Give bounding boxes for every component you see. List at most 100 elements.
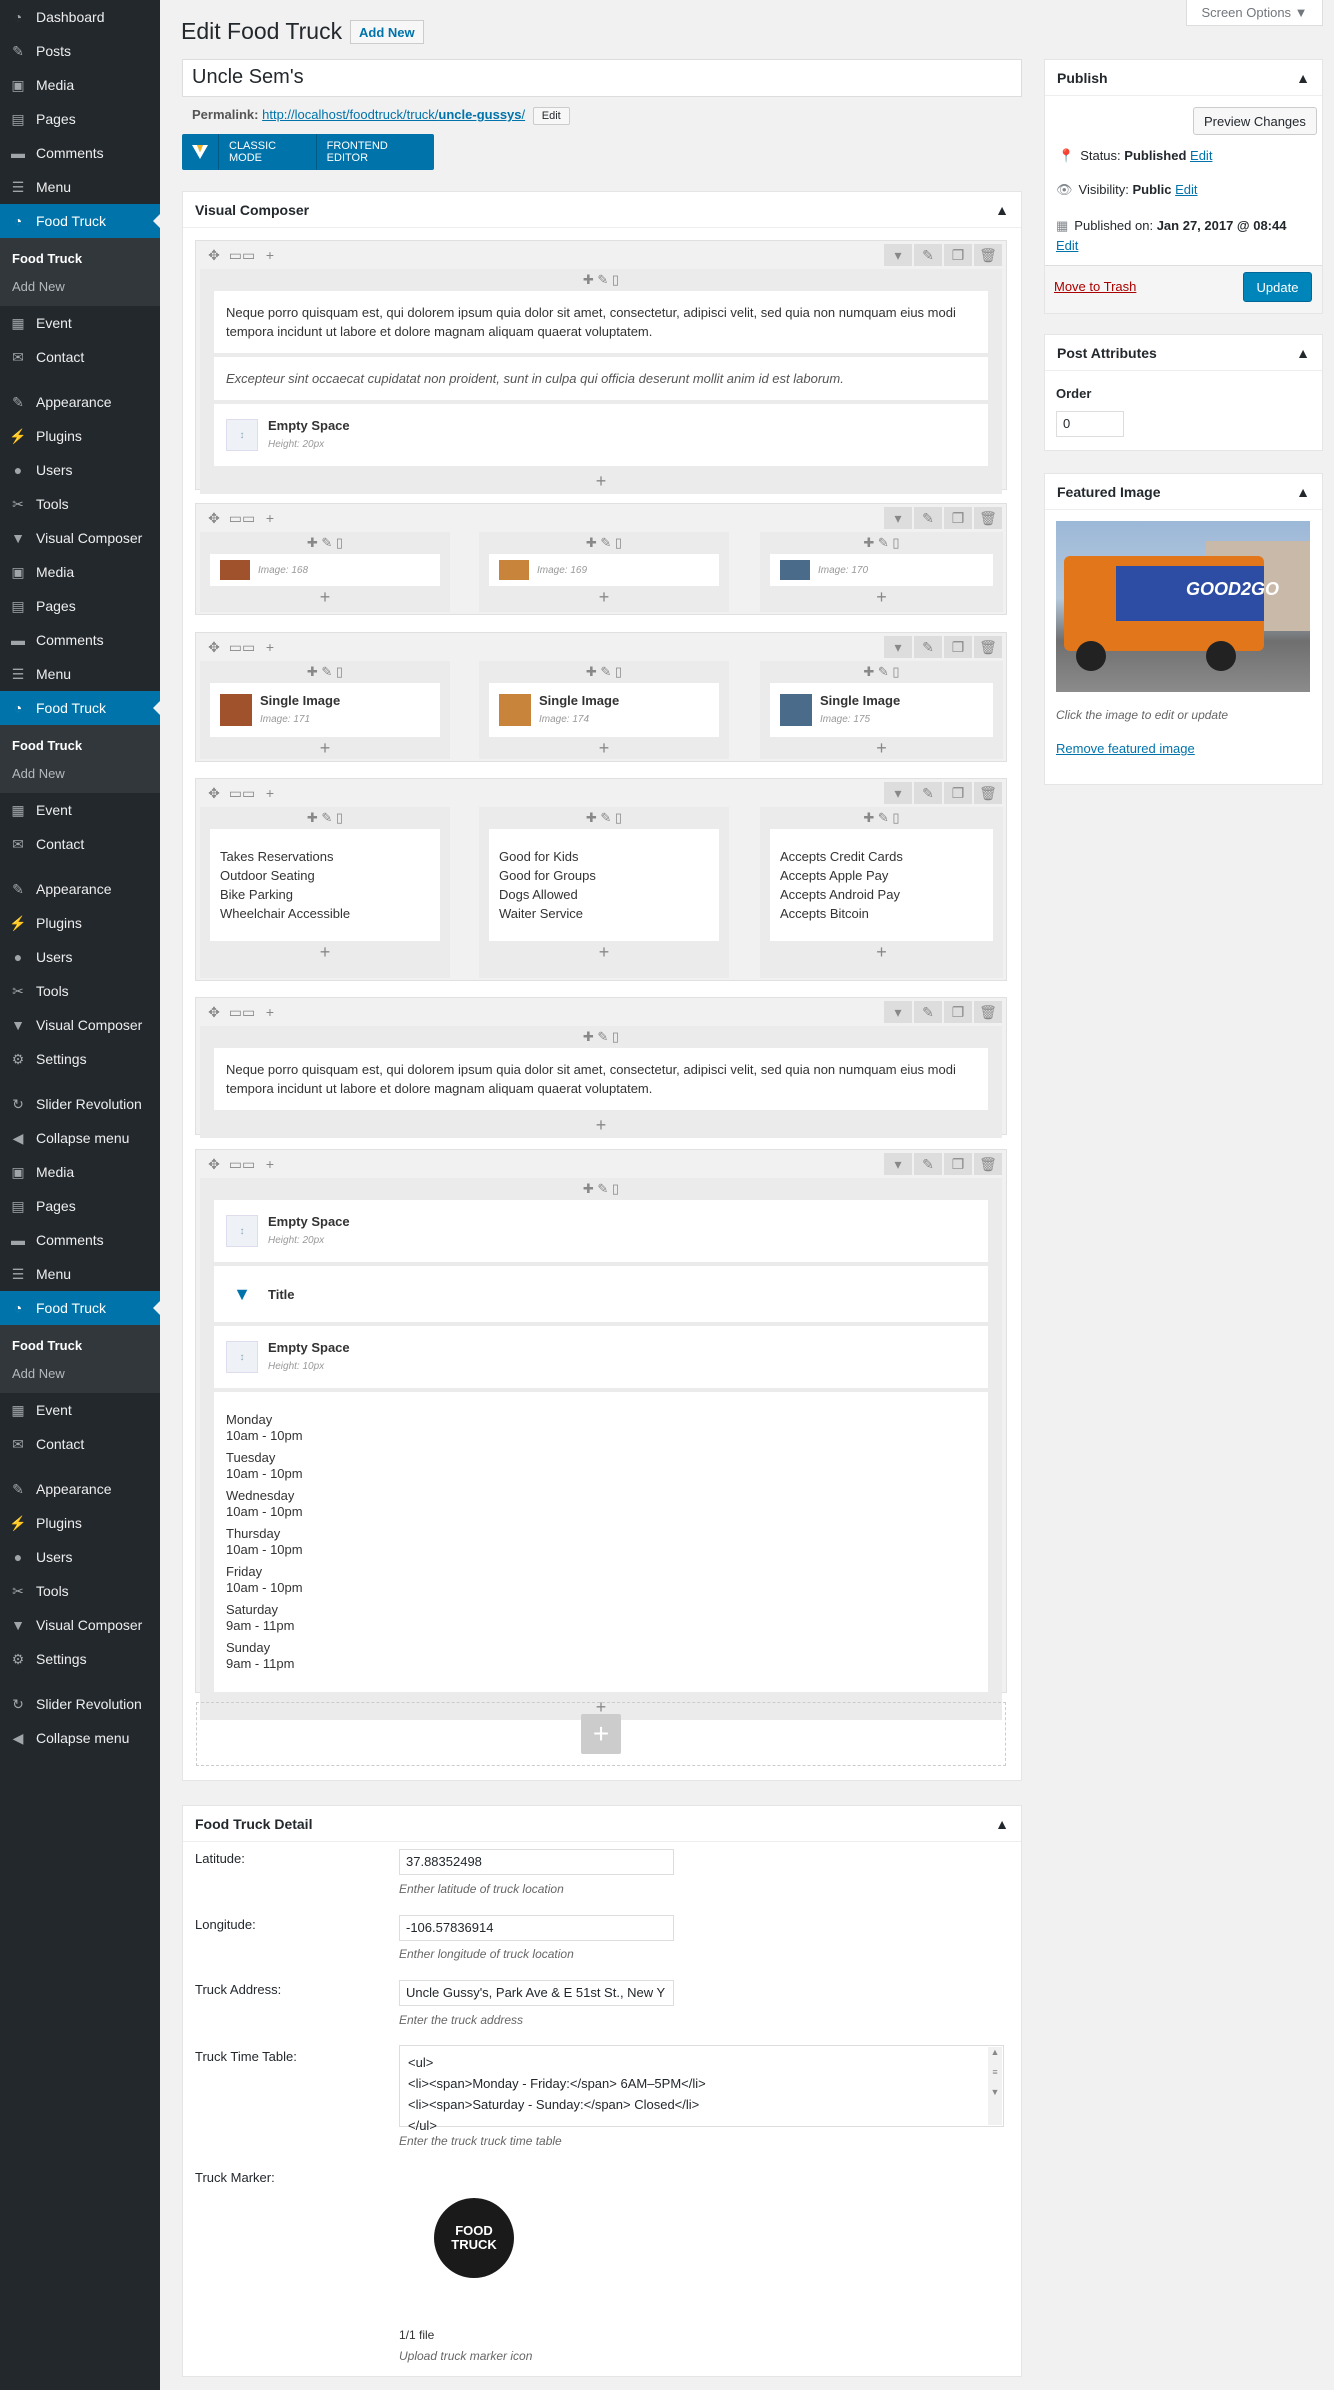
sidebar-item-settings[interactable]: ⚙ Settings — [0, 1642, 160, 1676]
submenu-food-truck[interactable]: Food Truck — [0, 244, 160, 272]
visibility-edit-link[interactable]: Edit — [1175, 182, 1197, 197]
preview-changes-button[interactable]: Preview Changes — [1193, 107, 1317, 135]
frontend-editor-button[interactable]: FRONTEND EDITOR — [315, 134, 434, 170]
collapse-arrow-icon[interactable]: ▲ — [995, 1816, 1009, 1832]
clone-icon[interactable]: ❐ — [944, 1153, 972, 1175]
edit-icon[interactable]: ✎ — [914, 507, 942, 529]
sidebar-item-menu[interactable]: ☰ Menu — [0, 170, 160, 204]
status-edit-link[interactable]: Edit — [1190, 148, 1212, 163]
submenu-food-truck[interactable]: Food Truck — [0, 1331, 160, 1359]
sidebar-item-food-truck[interactable]: ◔ Food Truck — [0, 1291, 160, 1325]
sidebar-item-menu[interactable]: ☰ Menu — [0, 1257, 160, 1291]
sidebar-item-slider-revolution[interactable]: ↻ Slider Revolution — [0, 1687, 160, 1721]
sidebar-item-visual-composer[interactable]: ▼ Visual Composer — [0, 521, 160, 555]
add-column-icon[interactable]: + — [256, 636, 284, 658]
image-thumbnail[interactable] — [220, 694, 252, 726]
add-column-icon[interactable]: + — [256, 782, 284, 804]
add-element-icon[interactable]: + — [760, 586, 1003, 608]
sidebar-item-plugins[interactable]: ⚡ Plugins — [0, 419, 160, 453]
sidebar-item-comments[interactable]: ▬ Comments — [0, 136, 160, 170]
delete-icon[interactable]: 🗑 — [974, 782, 1002, 804]
latitude-input[interactable]: 37.88352498 — [399, 1849, 674, 1875]
drag-handle-icon[interactable]: ✥ — [200, 244, 228, 266]
toggle-icon[interactable]: ▾ — [884, 244, 912, 266]
delete-icon[interactable]: 🗑 — [974, 244, 1002, 266]
layout-icon[interactable]: ▭▭ — [228, 1001, 256, 1023]
collapse-arrow-icon[interactable]: ▲ — [1296, 484, 1310, 500]
hours-text-block[interactable]: Monday 10am - 10pm Tuesday 10am - 10pm Wedne… — [214, 1392, 988, 1692]
submenu-add-new[interactable]: Add New — [0, 759, 160, 787]
drag-handle-icon[interactable]: ✥ — [200, 782, 228, 804]
submenu-add-new[interactable]: Add New — [0, 272, 160, 300]
image-thumbnail[interactable] — [499, 560, 529, 580]
sidebar-item-plugins[interactable]: ⚡ Plugins — [0, 906, 160, 940]
edit-icon[interactable]: ✎ — [914, 636, 942, 658]
add-element-icon[interactable]: + — [200, 737, 450, 759]
add-column-icon[interactable]: + — [256, 1001, 284, 1023]
sidebar-item-dashboard[interactable]: ◔ Dashboard — [0, 0, 160, 34]
sidebar-item-appearance[interactable]: ✎ Appearance — [0, 385, 160, 419]
edit-icon[interactable]: ✎ — [914, 782, 942, 804]
sidebar-item-visual-composer[interactable]: ▼ Visual Composer — [0, 1608, 160, 1642]
delete-icon[interactable]: 🗑 — [974, 1001, 1002, 1023]
text-block[interactable]: Accepts Credit Cards Accepts Apple Pay Acc… — [770, 829, 993, 941]
element-controls[interactable]: ✚ ✎ ▯ — [200, 532, 450, 554]
add-row-icon[interactable]: + — [581, 1714, 621, 1754]
submenu-food-truck[interactable]: Food Truck — [0, 731, 160, 759]
layout-icon[interactable]: ▭▭ — [228, 507, 256, 529]
screen-options-button[interactable]: Screen Options ▼ — [1186, 0, 1323, 26]
longitude-input[interactable]: -106.57836914 — [399, 1915, 674, 1941]
drag-handle-icon[interactable]: ✥ — [200, 1001, 228, 1023]
add-element-icon[interactable]: + — [760, 941, 1003, 963]
layout-icon[interactable]: ▭▭ — [228, 782, 256, 804]
element-controls[interactable]: ✚ ✎ ▯ — [479, 532, 729, 554]
sidebar-item-contact[interactable]: ✉ Contact — [0, 1427, 160, 1461]
delete-icon[interactable]: 🗑 — [974, 636, 1002, 658]
sidebar-item-food-truck[interactable]: ◔ Food Truck — [0, 691, 160, 725]
toggle-icon[interactable]: ▾ — [884, 1001, 912, 1023]
sidebar-item-media[interactable]: ▣ Media — [0, 1155, 160, 1189]
image-thumbnail[interactable] — [220, 560, 250, 580]
date-edit-link[interactable]: Edit — [1056, 238, 1078, 253]
drag-handle-icon[interactable]: ✥ — [200, 636, 228, 658]
add-element-icon[interactable]: + — [200, 941, 450, 963]
sidebar-item-tools[interactable]: ✂ Tools — [0, 487, 160, 521]
add-row-area[interactable]: + — [196, 1702, 1006, 1766]
sidebar-item-users[interactable]: ● Users — [0, 940, 160, 974]
sidebar-item-pages[interactable]: ▤ Pages — [0, 589, 160, 623]
collapse-arrow-icon[interactable]: ▲ — [1296, 70, 1310, 86]
sidebar-item-posts[interactable]: ✎ Posts — [0, 34, 160, 68]
classic-mode-button[interactable]: CLASSIC MODE — [218, 134, 316, 170]
sidebar-item-menu[interactable]: ☰ Menu — [0, 657, 160, 691]
element-controls[interactable]: ✚ ✎ ▯ — [200, 807, 450, 829]
image-thumbnail[interactable] — [780, 694, 812, 726]
element-controls[interactable]: ✚ ✎ ▯ — [200, 269, 1002, 291]
add-element-icon[interactable]: + — [479, 941, 729, 963]
clone-icon[interactable]: ❐ — [944, 507, 972, 529]
order-input[interactable]: 0 — [1056, 411, 1124, 437]
element-controls[interactable]: ✚ ✎ ▯ — [760, 661, 1003, 683]
add-column-icon[interactable]: + — [256, 244, 284, 266]
element-controls[interactable]: ✚ ✎ ▯ — [479, 661, 729, 683]
clone-icon[interactable]: ❐ — [944, 636, 972, 658]
remove-featured-link[interactable]: Remove featured image — [1056, 741, 1195, 756]
image-thumbnail[interactable] — [499, 694, 531, 726]
move-to-trash-link[interactable]: Move to Trash — [1054, 279, 1136, 294]
add-new-button[interactable]: Add New — [350, 20, 424, 44]
sidebar-item-food-truck[interactable]: ◔ Food Truck — [0, 204, 160, 238]
image-thumbnail[interactable] — [780, 560, 810, 580]
edit-icon[interactable]: ✎ — [914, 1001, 942, 1023]
sidebar-item-contact[interactable]: ✉ Contact — [0, 827, 160, 861]
sidebar-item-media[interactable]: ▣ Media — [0, 555, 160, 589]
toggle-icon[interactable]: ▾ — [884, 782, 912, 804]
submenu-add-new[interactable]: Add New — [0, 1359, 160, 1387]
layout-icon[interactable]: ▭▭ — [228, 636, 256, 658]
title-element[interactable]: ▼ Title — [214, 1266, 988, 1322]
sidebar-item-collapse-menu[interactable]: ◀ Collapse menu — [0, 1121, 160, 1155]
delete-icon[interactable]: 🗑 — [974, 507, 1002, 529]
element-controls[interactable]: ✚ ✎ ▯ — [200, 1178, 1002, 1200]
sidebar-item-pages[interactable]: ▤ Pages — [0, 102, 160, 136]
clone-icon[interactable]: ❐ — [944, 244, 972, 266]
sidebar-item-settings[interactable]: ⚙ Settings — [0, 1042, 160, 1076]
sidebar-item-event[interactable]: ▦ Event — [0, 306, 160, 340]
